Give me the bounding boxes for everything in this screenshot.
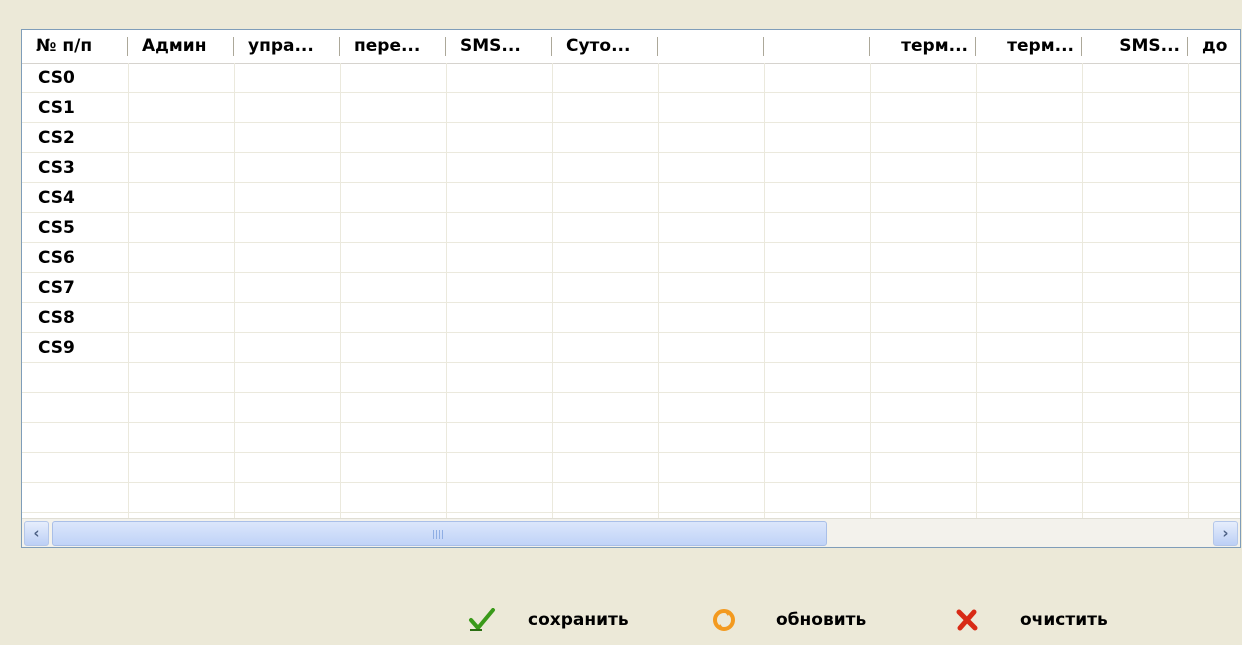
table-row[interactable]: CS0 xyxy=(22,63,1240,93)
refresh-icon xyxy=(713,609,735,631)
column-header-term-2[interactable]: терм... xyxy=(976,30,1082,63)
clear-label: очистить xyxy=(1020,610,1108,630)
column-header-term-1[interactable]: терм... xyxy=(870,30,976,63)
refresh-button[interactable]: обновить xyxy=(712,604,882,636)
scrollbar-thumb[interactable] xyxy=(52,521,827,546)
column-header-admin[interactable]: Админ xyxy=(128,30,234,63)
column-header-pere[interactable]: пере... xyxy=(340,30,446,63)
grid-header: № п/п Админ упра... пере... SMS... Суто.… xyxy=(22,30,1240,64)
data-grid[interactable]: № п/п Админ упра... пере... SMS... Суто.… xyxy=(21,29,1241,548)
row-label: CS5 xyxy=(38,218,75,238)
empty-row[interactable] xyxy=(22,453,1240,483)
table-row[interactable]: CS3 xyxy=(22,153,1240,183)
horizontal-scrollbar[interactable]: ‹ › xyxy=(22,518,1240,547)
clear-button[interactable]: очистить xyxy=(956,604,1126,636)
row-label: CS1 xyxy=(38,98,75,118)
row-label: CS3 xyxy=(38,158,75,178)
column-header-sms-1[interactable]: SMS... xyxy=(446,30,552,63)
refresh-label: обновить xyxy=(776,610,867,630)
table-row[interactable]: CS8 xyxy=(22,303,1240,333)
table-row[interactable]: CS4 xyxy=(22,183,1240,213)
arrow-right-icon[interactable]: › xyxy=(1213,521,1238,546)
table-row[interactable]: CS1 xyxy=(22,93,1240,123)
table-row[interactable]: CS6 xyxy=(22,243,1240,273)
column-header-do[interactable]: до xyxy=(1188,30,1240,63)
checkmark-icon xyxy=(469,608,495,631)
row-label: CS0 xyxy=(38,68,75,88)
arrow-left-icon[interactable]: ‹ xyxy=(24,521,49,546)
row-label: CS7 xyxy=(38,278,75,298)
empty-row[interactable] xyxy=(22,483,1240,513)
row-label: CS4 xyxy=(38,188,75,208)
column-header-suto[interactable]: Суто... xyxy=(552,30,658,63)
column-header-blank-1[interactable] xyxy=(658,30,764,63)
cross-icon xyxy=(956,609,978,631)
grip-icon xyxy=(433,530,445,539)
table-row[interactable]: CS7 xyxy=(22,273,1240,303)
column-header-blank-2[interactable] xyxy=(764,30,870,63)
table-row[interactable]: CS5 xyxy=(22,213,1240,243)
empty-row[interactable] xyxy=(22,393,1240,423)
column-header-number[interactable]: № п/п xyxy=(22,30,128,63)
column-header-sms-2[interactable]: SMS... xyxy=(1082,30,1188,63)
empty-row[interactable] xyxy=(22,363,1240,393)
save-button[interactable]: сохранить xyxy=(468,604,648,636)
save-label: сохранить xyxy=(528,610,629,630)
table-row[interactable]: CS2 xyxy=(22,123,1240,153)
table-row[interactable]: CS9 xyxy=(22,333,1240,363)
empty-row[interactable] xyxy=(22,423,1240,453)
column-header-upra[interactable]: упра... xyxy=(234,30,340,63)
row-label: CS8 xyxy=(38,308,75,328)
row-label: CS6 xyxy=(38,248,75,268)
row-label: CS2 xyxy=(38,128,75,148)
row-label: CS9 xyxy=(38,338,75,358)
grid-body: CS0 CS1 CS2 CS3 CS4 CS5 CS6 CS7 CS8 CS9 xyxy=(22,63,1240,519)
